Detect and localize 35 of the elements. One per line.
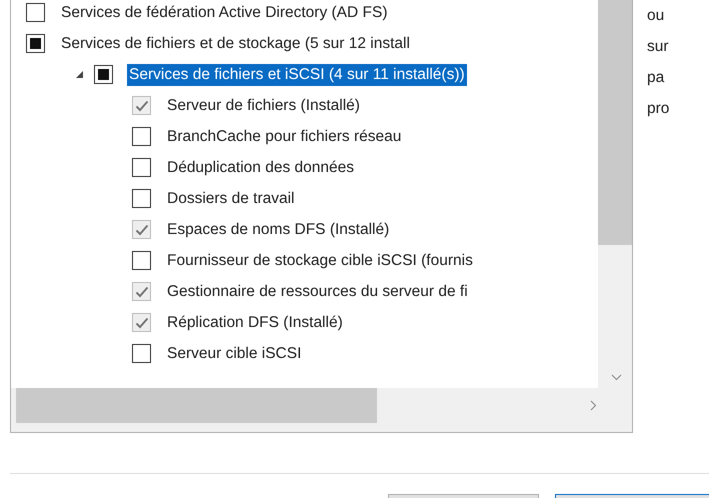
checkbox[interactable] xyxy=(132,158,151,177)
checkbox[interactable] xyxy=(132,344,151,363)
checkbox[interactable] xyxy=(132,96,151,115)
tree-item[interactable]: Réplication DFS (Installé) xyxy=(165,312,345,334)
tree-item[interactable]: Services de fédération Active Directory (AD FS) xyxy=(59,2,390,24)
tree-item[interactable]: Dossiers de travail xyxy=(165,188,296,210)
tree-item[interactable]: Serveur de fichiers (Installé) xyxy=(165,94,362,116)
tree-item[interactable]: Services de fichiers et de stockage (5 sur 12 install xyxy=(59,32,412,54)
description-text: pro xyxy=(647,99,670,119)
description-text: sur xyxy=(647,37,670,57)
tree-item[interactable]: Gestionnaire de ressources du serveur de fi xyxy=(165,280,470,302)
scroll-down-icon[interactable] xyxy=(611,374,622,381)
checkbox[interactable] xyxy=(132,127,151,146)
tree-item[interactable]: Serveur cible iSCSI xyxy=(165,342,304,364)
scrollbar-thumb[interactable] xyxy=(598,0,632,245)
tree-item[interactable]: BranchCache pour fichiers réseau xyxy=(165,126,404,148)
checkbox[interactable] xyxy=(132,220,151,239)
tree-item[interactable]: Fournisseur de stockage cible iSCSI (fournis xyxy=(165,250,475,272)
checkbox[interactable] xyxy=(26,34,45,53)
tree-item[interactable]: Déduplication des données xyxy=(165,156,356,178)
tree-item[interactable]: Espaces de noms DFS (Installé) xyxy=(165,218,392,240)
tree-item[interactable]: Services de fichiers et iSCSI (4 sur 11 installé(s)) xyxy=(127,64,467,86)
checkbox[interactable] xyxy=(132,313,151,332)
horizontal-scrollbar[interactable] xyxy=(11,388,632,432)
scroll-right-icon[interactable] xyxy=(590,400,597,411)
checkbox[interactable] xyxy=(26,3,45,22)
checkbox[interactable] xyxy=(94,65,113,84)
scrollbar-thumb[interactable] xyxy=(16,388,377,423)
description-text: ou xyxy=(647,6,666,26)
checkbox[interactable] xyxy=(132,251,151,270)
checkbox[interactable] xyxy=(132,282,151,301)
expand-icon[interactable] xyxy=(75,70,84,79)
description-text: pa xyxy=(647,68,666,88)
checkbox[interactable] xyxy=(132,189,151,208)
vertical-scrollbar[interactable] xyxy=(598,0,632,388)
